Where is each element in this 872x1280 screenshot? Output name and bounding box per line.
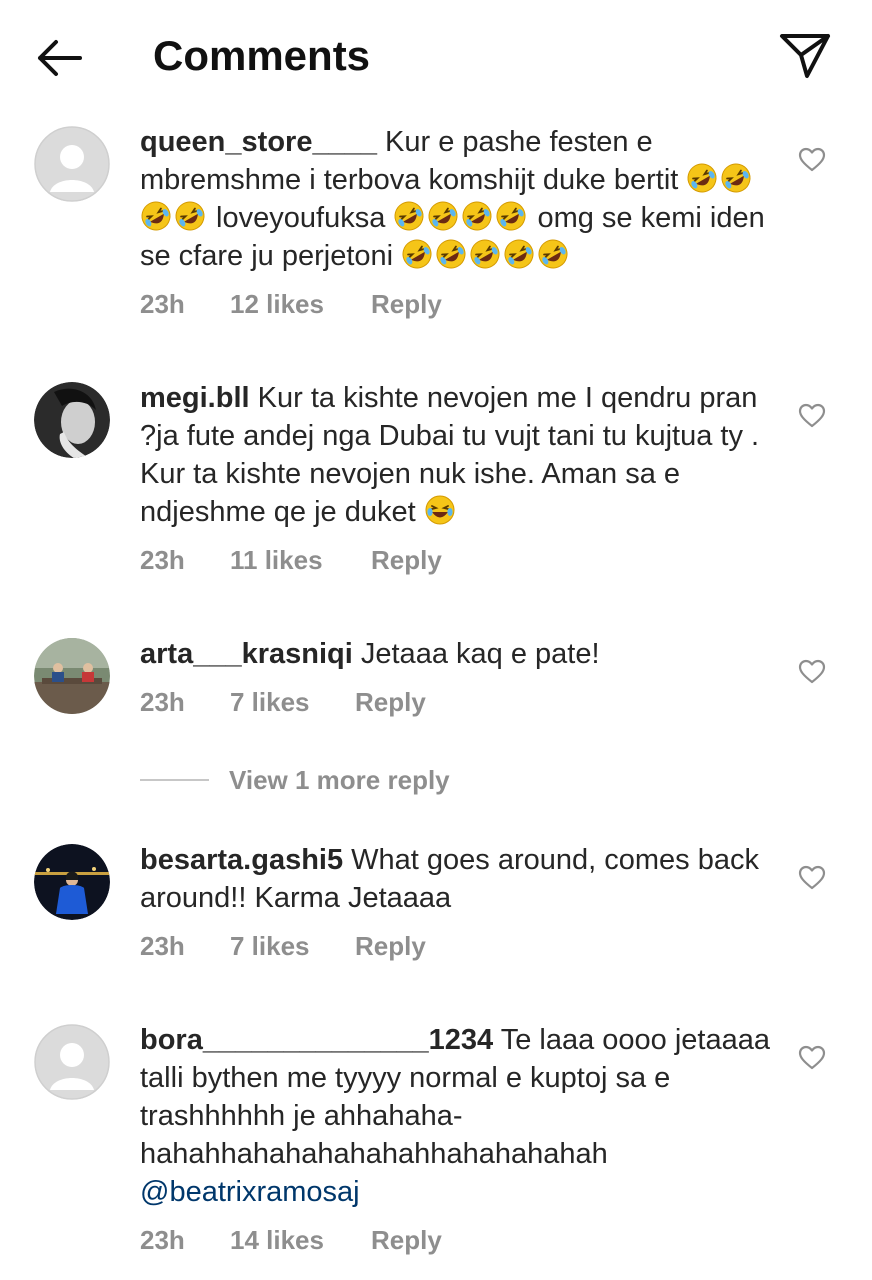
page-title: Comments xyxy=(153,32,371,79)
emoji-group xyxy=(401,239,571,272)
rofl-emoji-icon xyxy=(141,201,171,231)
rofl-emoji-icon xyxy=(394,201,424,231)
comment-text: Jetaaa kaq e pate! xyxy=(360,638,600,670)
heart-icon xyxy=(798,865,826,890)
comment-username[interactable]: bora______________1234 xyxy=(140,1024,493,1056)
likes-count[interactable]: 7 likes xyxy=(230,929,310,963)
avatar[interactable] xyxy=(34,638,110,714)
avatar-default[interactable] xyxy=(34,1024,110,1100)
reply-button[interactable]: Reply xyxy=(355,929,426,963)
share-button[interactable] xyxy=(776,28,834,82)
rofl-emoji-icon xyxy=(496,201,526,231)
avatar-default[interactable] xyxy=(34,126,110,202)
paper-plane-icon xyxy=(780,34,830,78)
heart-icon xyxy=(798,147,826,172)
like-button[interactable] xyxy=(798,147,826,173)
heart-icon xyxy=(798,403,826,428)
rofl-emoji-icon xyxy=(721,163,751,193)
joy-emoji-icon xyxy=(425,495,455,525)
reply-button[interactable]: Reply xyxy=(371,1223,442,1257)
comment-body: megi.bll Kur ta kishte nevojen me I qend… xyxy=(140,379,770,531)
rofl-emoji-icon xyxy=(428,201,458,231)
default-avatar-icon xyxy=(34,1024,110,1100)
comment-body: queen_store____ Kur e pashe festen e mbr… xyxy=(140,123,770,275)
profile-photo xyxy=(34,382,110,458)
reply-button[interactable]: Reply xyxy=(355,685,426,719)
likes-count[interactable]: 11 likes xyxy=(230,543,323,577)
comment-time: 23h xyxy=(140,1225,185,1255)
comment-username[interactable]: besarta.gashi5 xyxy=(140,844,343,876)
comment-time: 23h xyxy=(140,289,185,319)
like-button[interactable] xyxy=(798,659,826,685)
mention-link[interactable]: @beatrixramosaj xyxy=(140,1176,360,1208)
rofl-emoji-icon xyxy=(402,239,432,269)
comment-username[interactable]: megi.bll xyxy=(140,382,250,414)
rofl-emoji-icon xyxy=(436,239,466,269)
profile-photo xyxy=(34,638,110,714)
heart-icon xyxy=(798,659,826,684)
comment-body: besarta.gashi5 What goes around, comes b… xyxy=(140,841,770,917)
comment-username[interactable]: queen_store____ xyxy=(140,126,377,158)
header-bar: Comments xyxy=(0,0,872,110)
emoji-group xyxy=(424,495,458,528)
heart-icon xyxy=(798,1045,826,1070)
comment-text: loveyoufuksa xyxy=(208,202,394,234)
avatar[interactable] xyxy=(34,382,110,458)
avatar[interactable] xyxy=(34,844,110,920)
divider-line xyxy=(140,779,209,781)
comment-time: 23h xyxy=(140,687,185,717)
profile-photo xyxy=(34,844,110,920)
rofl-emoji-icon xyxy=(470,239,500,269)
default-avatar-icon xyxy=(34,126,110,202)
rofl-emoji-icon xyxy=(504,239,534,269)
reply-button[interactable]: Reply xyxy=(371,543,442,577)
comment-body: bora______________1234 Te laaa oooo jeta… xyxy=(140,1021,770,1211)
reply-button[interactable]: Reply xyxy=(371,287,442,321)
comment-username[interactable]: arta___krasniqi xyxy=(140,638,353,670)
comment-body: arta___krasniqi Jetaaa kaq e pate! xyxy=(140,635,770,673)
likes-count[interactable]: 14 likes xyxy=(230,1223,324,1257)
back-button[interactable] xyxy=(30,30,90,86)
view-more-label: View 1 more reply xyxy=(229,765,450,795)
like-button[interactable] xyxy=(798,865,826,891)
rofl-emoji-icon xyxy=(175,201,205,231)
comment-time: 23h xyxy=(140,545,185,575)
emoji-group xyxy=(393,201,529,234)
comment-time: 23h xyxy=(140,931,185,961)
view-more-replies-button[interactable]: View 1 more reply xyxy=(140,760,540,800)
arrow-left-icon xyxy=(38,40,82,76)
rofl-emoji-icon xyxy=(538,239,568,269)
like-button[interactable] xyxy=(798,1045,826,1071)
likes-count[interactable]: 7 likes xyxy=(230,685,310,719)
like-button[interactable] xyxy=(798,403,826,429)
likes-count[interactable]: 12 likes xyxy=(230,287,324,321)
rofl-emoji-icon xyxy=(462,201,492,231)
rofl-emoji-icon xyxy=(687,163,717,193)
